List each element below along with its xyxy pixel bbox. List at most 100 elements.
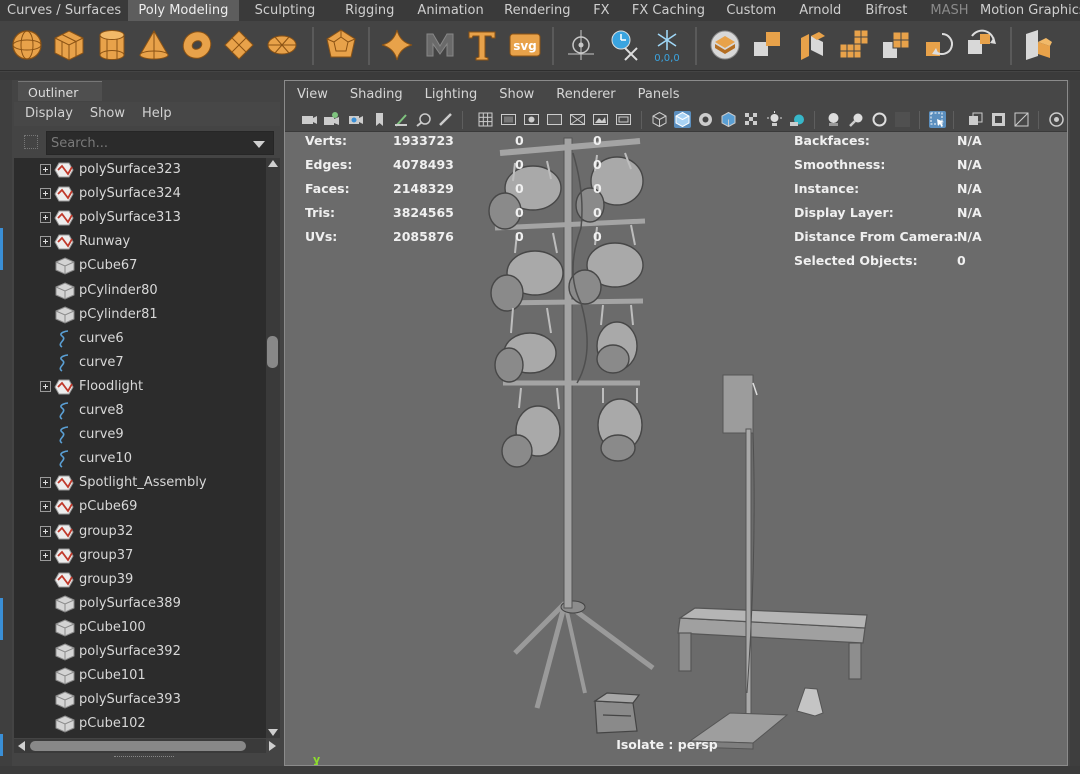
expand-plus-icon[interactable] [40, 525, 51, 537]
shelf-tab-motion-graphics[interactable]: Motion Graphics [980, 0, 1080, 21]
scroll-down-arrow-icon[interactable] [268, 729, 278, 736]
drag-grip-icon[interactable] [24, 135, 38, 149]
camera-attributes-icon[interactable] [323, 111, 340, 128]
shelf-tab-poly-modeling[interactable]: Poly Modeling [128, 0, 239, 21]
scroll-left-arrow-icon[interactable] [18, 741, 25, 751]
select-camera-icon[interactable] [301, 111, 318, 128]
outliner-item[interactable]: polySurface389 [14, 592, 266, 616]
xray-active-components-icon[interactable] [1013, 111, 1030, 128]
outliner-item[interactable]: curve7 [14, 351, 266, 375]
extract-icon[interactable] [793, 28, 827, 62]
anti-aliasing-icon[interactable] [848, 111, 865, 128]
type-tool-icon[interactable] [465, 28, 499, 62]
expand-plus-icon[interactable] [40, 164, 51, 175]
outliner-item[interactable]: pCube102 [14, 712, 266, 736]
outliner-menu-show[interactable]: Show [79, 102, 125, 126]
expand-plus-icon[interactable] [40, 380, 51, 392]
shelf-tab-mash[interactable]: MASH [919, 0, 980, 21]
textured-icon[interactable] [720, 111, 737, 128]
safe-title-icon[interactable] [615, 111, 632, 128]
two-d-pan-zoom-icon[interactable] [393, 111, 410, 128]
viewport-menu-renderer[interactable]: Renderer [544, 81, 615, 108]
isolate-select-icon[interactable] [929, 111, 946, 128]
chevron-down-icon[interactable] [253, 141, 265, 148]
film-gate-icon[interactable] [500, 111, 517, 128]
mesh-separate-icon[interactable] [750, 28, 784, 62]
delete-history-icon[interactable] [607, 28, 641, 62]
outliner-item[interactable]: curve8 [14, 399, 266, 423]
motion-blur-icon[interactable] [825, 111, 842, 128]
resolution-gate-icon[interactable] [523, 111, 540, 128]
perspective-viewport[interactable]: Isolate : persp Verts: 1933723 0 0 Edges: 407… [285, 133, 1067, 765]
outliner-item[interactable]: curve6 [14, 327, 266, 351]
outliner-search-input[interactable]: Search... [46, 131, 274, 155]
outliner-item[interactable]: Spotlight_Assembly [14, 471, 266, 495]
expand-plus-icon[interactable] [40, 236, 51, 248]
outliner-item[interactable]: pCylinder80 [14, 279, 266, 303]
outliner-item[interactable]: pCylinder81 [14, 303, 266, 327]
outliner-item[interactable]: polySurface313 [14, 206, 266, 230]
isolate-select-box[interactable] [894, 111, 911, 128]
sweep-mesh-icon[interactable] [423, 28, 457, 62]
screen-space-ao-icon[interactable] [789, 111, 806, 128]
viewport-menu-lighting[interactable]: Lighting [413, 81, 478, 108]
depth-of-field-icon[interactable] [871, 111, 888, 128]
grease-pencil-icon[interactable] [415, 111, 432, 128]
platonic-solid-icon[interactable] [324, 28, 358, 62]
smooth-icon[interactable] [836, 28, 870, 62]
freeze-transforms-icon[interactable]: 0,0,0 [650, 28, 684, 64]
outliner-item[interactable]: pCube100 [14, 616, 266, 640]
image-plane-icon[interactable] [371, 111, 388, 128]
scroll-thumb[interactable] [267, 336, 278, 368]
expand-plus-icon[interactable] [40, 212, 51, 224]
poly-sphere-icon[interactable] [10, 28, 44, 62]
gate-mask-icon[interactable] [546, 111, 563, 128]
outliner-menu-display[interactable]: Display [14, 102, 73, 126]
grid-icon[interactable] [477, 111, 494, 128]
viewport-menu-view[interactable]: View [285, 81, 328, 108]
outliner-vertical-scrollbar[interactable] [266, 158, 280, 738]
outliner-item[interactable]: group37 [14, 544, 266, 568]
shelf-tab-fx-caching[interactable]: FX Caching [621, 0, 716, 21]
outliner-item[interactable]: Runway [14, 230, 266, 254]
poly-plane-icon[interactable] [222, 28, 256, 62]
wireframe-on-shaded-icon[interactable] [697, 111, 714, 128]
shelf-tab-arnold[interactable]: Arnold [787, 0, 854, 21]
shelf-tab-bifrost[interactable]: Bifrost [854, 0, 919, 21]
smooth-shade-icon[interactable] [674, 111, 691, 128]
outliner-item[interactable]: curve9 [14, 423, 266, 447]
shelf-tab-curves-surfaces[interactable]: Curves / Surfaces [0, 0, 128, 21]
poly-disc-icon[interactable] [265, 28, 299, 62]
outliner-item[interactable]: polySurface393 [14, 688, 266, 712]
xray-joints-icon[interactable] [990, 111, 1007, 128]
outliner-horizontal-scrollbar[interactable] [14, 739, 276, 753]
viewport-menu-shading[interactable]: Shading [338, 81, 403, 108]
poly-torus-icon[interactable] [180, 28, 214, 62]
outliner-item[interactable]: curve10 [14, 447, 266, 471]
scroll-up-arrow-icon[interactable] [268, 160, 278, 167]
shelf-tab-rendering[interactable]: Rendering [493, 0, 582, 21]
shadows-icon[interactable] [766, 111, 783, 128]
expand-plus-icon[interactable] [40, 501, 51, 513]
mirror-icon[interactable] [922, 28, 956, 62]
viewport-menu-panels[interactable]: Panels [626, 81, 680, 108]
reduce-icon[interactable] [879, 28, 913, 62]
extrude-icon[interactable] [1020, 28, 1054, 62]
pencil-icon[interactable] [437, 111, 454, 128]
outliner-item[interactable]: pCube69 [14, 495, 266, 519]
measure-tool-icon[interactable] [564, 28, 598, 62]
exposure-icon[interactable] [1048, 111, 1065, 128]
expand-plus-icon[interactable] [40, 188, 51, 200]
xray-icon[interactable] [967, 111, 984, 128]
use-all-lights-icon[interactable] [743, 111, 760, 128]
expand-plus-icon[interactable] [40, 477, 51, 489]
shelf-tab-custom[interactable]: Custom [716, 0, 787, 21]
shelf-tab-sculpting[interactable]: Sculpting [239, 0, 332, 21]
safe-action-icon[interactable] [592, 111, 609, 128]
scroll-thumb[interactable] [30, 741, 246, 751]
bookmarks-icon[interactable] [347, 111, 364, 128]
super-shape-icon[interactable] [380, 28, 414, 62]
poly-cone-icon[interactable] [137, 28, 171, 62]
outliner-item[interactable]: pCube67 [14, 254, 266, 278]
outliner-item[interactable]: group39 [14, 568, 266, 592]
